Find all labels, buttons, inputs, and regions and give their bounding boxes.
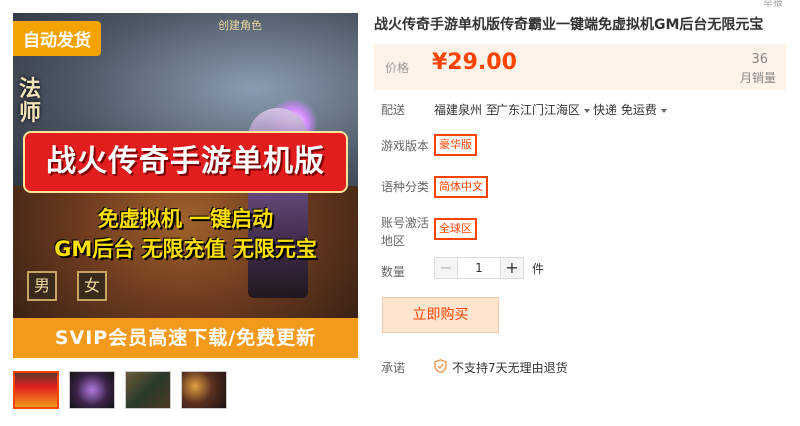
monthly-sales-label: 月销量 <box>739 71 776 85</box>
chevron-down-icon <box>660 108 667 113</box>
shield-check-icon <box>434 359 447 373</box>
mage-glyph: 法师 <box>19 77 42 126</box>
product-title: 战火传奇手游单机版传奇霸业一键端免虚拟机GM后台无限元宝 <box>374 17 764 33</box>
language-label: 语种分类 <box>381 180 430 194</box>
quantity-input[interactable]: 1 <box>458 257 500 279</box>
region-label-line2: 地区 <box>381 234 406 248</box>
shipping-label: 配送 <box>381 103 406 117</box>
price-value: ¥29.00 <box>432 50 517 75</box>
shipping-method-select[interactable]: 快递 免运费 <box>593 101 667 118</box>
quantity-stepper: − 1 + 件 <box>434 257 544 279</box>
report-link[interactable]: 举报 <box>763 0 783 9</box>
product-main-image[interactable]: 自动发货 创建角色 法师 战火传奇手游单机版 免虚拟机 一键启动 GM后台 无限… <box>13 13 358 358</box>
promise-text: 不支持7天无理由退货 <box>452 361 568 375</box>
buy-now-button[interactable]: 立即购买 <box>382 297 499 333</box>
quantity-increase-button[interactable]: + <box>500 257 524 279</box>
shipping-method-text: 快递 免运费 <box>593 103 657 117</box>
price-label: 价格 <box>385 61 410 75</box>
thumbnail-4[interactable] <box>181 371 227 409</box>
monthly-sales-count: 36 <box>751 52 768 67</box>
auto-ship-badge: 自动发货 <box>13 21 101 56</box>
quantity-unit: 件 <box>532 261 545 276</box>
image-tagline-2: GM后台 无限充值 无限元宝 <box>54 237 317 261</box>
quantity-label: 数量 <box>381 265 406 279</box>
image-bottom-strip: SVIP会员高速下载/免费更新 <box>13 318 358 358</box>
region-label-line1: 账号激活 <box>381 216 430 230</box>
price-box: 价格 ¥29.00 36 月销量 <box>374 44 786 90</box>
option-version-deluxe[interactable]: 豪华版 <box>434 134 477 156</box>
game-title-banner: 战火传奇手游单机版 <box>23 131 348 193</box>
promise-label: 承诺 <box>381 361 406 375</box>
thumbnail-1[interactable] <box>13 371 59 409</box>
chevron-down-icon <box>584 108 591 113</box>
quantity-decrease-button[interactable]: − <box>434 257 458 279</box>
version-label: 游戏版本 <box>381 139 430 153</box>
option-region-global[interactable]: 全球区 <box>434 218 477 240</box>
option-language-simplified-chinese[interactable]: 简体中文 <box>434 176 488 198</box>
image-tagline-1: 免虚拟机 一键启动 <box>97 207 274 231</box>
thumbnail-2[interactable] <box>69 371 115 409</box>
shipping-destination-text: 广东江门江海区 <box>496 103 581 117</box>
male-select-icon: 男 <box>27 271 57 301</box>
shipping-from: 福建泉州 至 <box>434 103 498 117</box>
thumbnail-strip <box>13 371 227 409</box>
thumbnail-3[interactable] <box>125 371 171 409</box>
female-select-icon: 女 <box>77 271 107 301</box>
create-role-text: 创建角色 <box>218 19 262 32</box>
shipping-destination-select[interactable]: 广东江门江海区 <box>496 101 591 118</box>
